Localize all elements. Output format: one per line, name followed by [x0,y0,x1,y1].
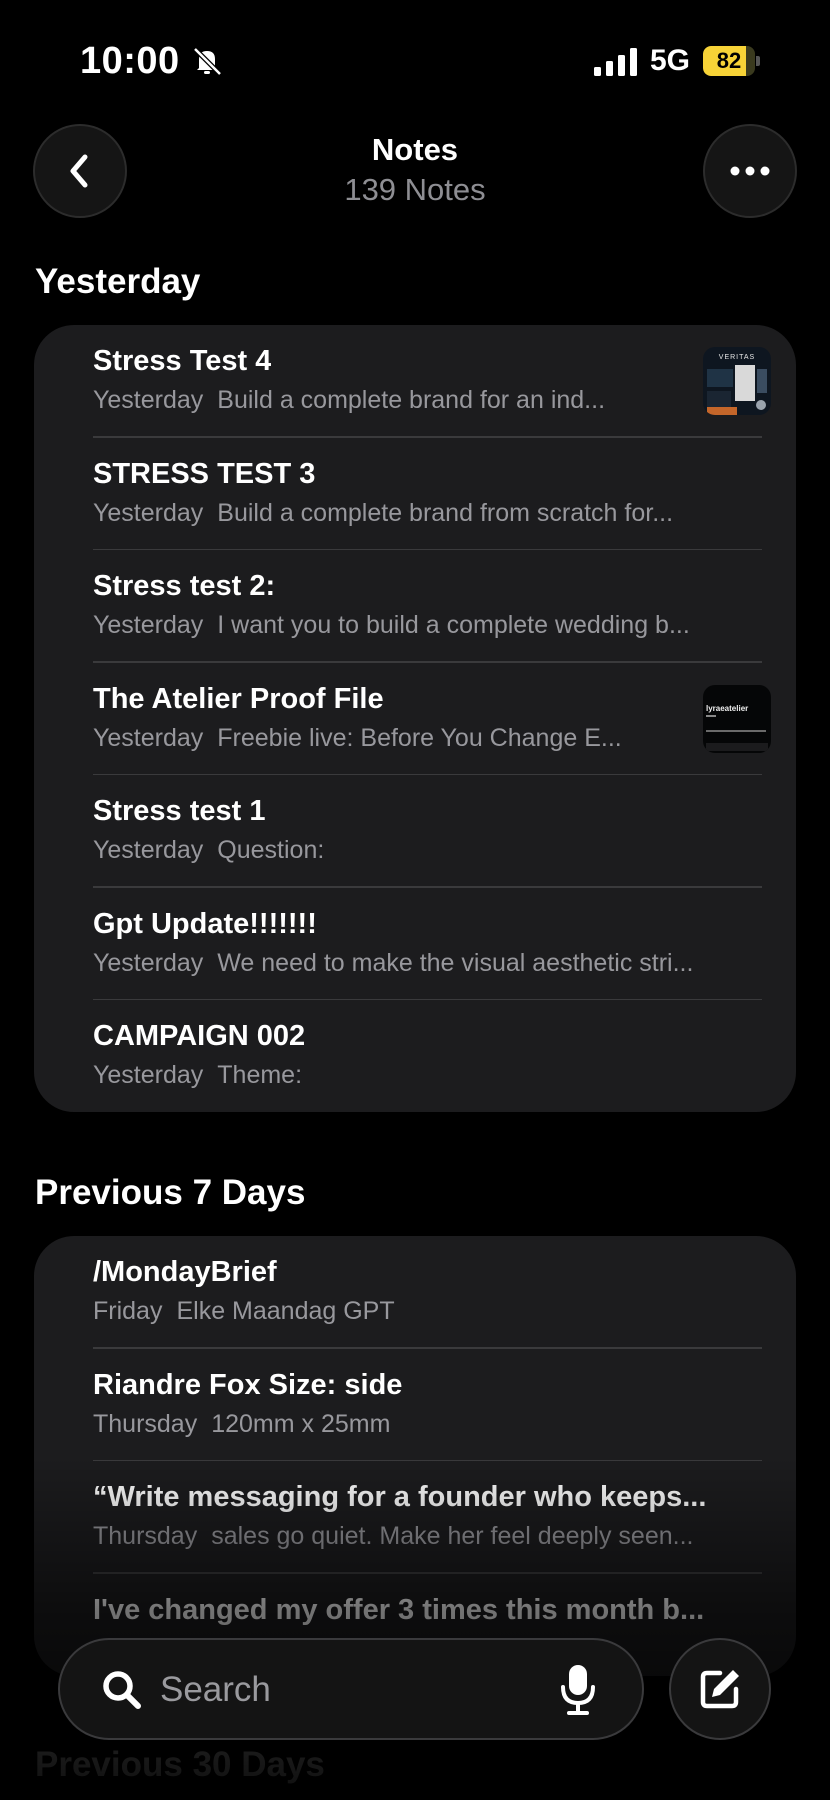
note-meta: Yesterday We need to make the visual aest… [93,949,693,978]
note-preview: sales go quiet. Make her feel deeply see… [211,1522,694,1550]
note-date: Thursday [93,1522,198,1550]
note-thumbnail: lyraeatelier [703,684,771,753]
search-bar[interactable] [58,1638,644,1740]
note-meta: Yesterday Freebie live: Before You Change… [93,724,622,753]
note-item[interactable]: Riandre Fox Size: side Thursday 120mm x 2… [34,1349,796,1461]
new-note-button[interactable] [669,1638,771,1740]
note-preview: Theme: [217,1061,303,1089]
note-date: Yesterday [93,611,204,639]
note-date: Yesterday [93,1061,204,1089]
note-item[interactable]: STRESS TEST 3 Yesterday Build a complete … [34,438,796,550]
note-item[interactable]: /MondayBrief Friday Elke Maandag GPT [34,1236,796,1349]
back-button[interactable] [33,124,127,218]
note-title: Riandre Fox Size: side [93,1368,403,1401]
note-item[interactable]: Stress test 2: Yesterday I want you to bu… [34,550,796,663]
note-title: /MondayBrief [93,1256,277,1288]
note-item[interactable]: CAMPAIGN 002 Yesterday Theme: [34,1000,796,1112]
note-date: Thursday [93,1409,198,1438]
bell-muted-icon [193,47,222,76]
thumbnail-text: VERITAS [719,354,755,361]
note-meta: Thursday 120mm x 25mm [93,1410,390,1439]
note-title: Stress Test 4 [93,345,272,377]
note-date: Yesterday [93,948,204,977]
note-title: I've changed my offer 3 times this month… [93,1593,705,1626]
note-title: STRESS TEST 3 [93,457,316,490]
note-title: Gpt Update!!!!!!! [93,907,317,940]
battery-icon: 82 [703,46,760,76]
notes-group-previous-7-days: /MondayBrief Friday Elke Maandag GPT Rian… [34,1236,796,1676]
note-preview: Build a complete brand for an ind... [217,386,606,414]
network-type: 5G [650,44,691,77]
note-meta: Yesterday Build a complete brand from scr… [93,499,673,528]
note-title: Stress test 1 [93,795,266,827]
more-options-button[interactable] [703,124,797,218]
battery-percent: 82 [716,48,742,73]
note-title: “Write messaging for a founder who keeps… [93,1481,707,1513]
note-preview: Build a complete brand from scratch for.… [217,498,674,527]
cellular-signal-icon [594,48,637,76]
page-title: Notes [371,132,459,167]
note-preview: Freebie live: Before You Change E... [217,723,622,752]
ellipsis-icon [730,166,770,176]
microphone-icon[interactable] [556,1662,600,1718]
note-item[interactable]: Stress test 1 Yesterday Question: [34,775,796,888]
note-title: The Atelier Proof File [93,682,384,715]
compose-icon [700,1670,739,1709]
note-meta: Yesterday Theme: [93,1061,302,1090]
note-preview: Question: [217,836,325,864]
section-title-previous-30-days: Previous 30 Days [35,1745,325,1784]
note-date: Friday [93,1297,163,1325]
search-icon [103,1671,141,1709]
status-bar: 10:00 5G 82 [0,0,830,120]
note-date: Yesterday [93,498,204,527]
note-preview: We need to make the visual aesthetic str… [217,948,694,977]
note-meta: Thursday sales go quiet. Make her feel de… [93,1522,693,1551]
section-title-yesterday: Yesterday [35,262,201,301]
note-meta: Yesterday I want you to build a complete … [93,611,690,640]
note-meta: Yesterday Build a complete brand for an i… [93,386,605,415]
note-item[interactable]: “Write messaging for a founder who keeps… [34,1461,796,1574]
note-title: CAMPAIGN 002 [93,1020,306,1052]
note-meta: Yesterday Question: [93,836,324,865]
note-title: Stress test 2: [93,570,276,602]
note-date: Yesterday [93,836,204,864]
notes-count: 139 Notes [344,172,486,207]
section-title-previous-7-days: Previous 7 Days [35,1173,306,1212]
note-item[interactable]: The Atelier Proof File Yesterday Freebie … [34,663,796,775]
notes-group-yesterday: Stress Test 4 Yesterday Build a complete … [34,325,796,1112]
note-item[interactable]: Gpt Update!!!!!!! Yesterday We need to ma… [34,888,796,1000]
status-time: 10:00 [80,40,180,82]
note-meta: Friday Elke Maandag GPT [93,1297,395,1326]
note-date: Yesterday [93,723,204,752]
chevron-left-icon [70,154,88,188]
note-preview: Elke Maandag GPT [176,1297,395,1325]
note-thumbnail: VERITAS [703,347,771,415]
note-preview: I want you to build a complete wedding b… [217,611,690,639]
search-input[interactable] [160,1666,540,1714]
note-date: Yesterday [93,386,204,414]
note-item[interactable]: Stress Test 4 Yesterday Build a complete … [34,325,796,438]
thumbnail-text: lyraeatelier [706,704,748,713]
note-preview: 120mm x 25mm [211,1409,391,1438]
